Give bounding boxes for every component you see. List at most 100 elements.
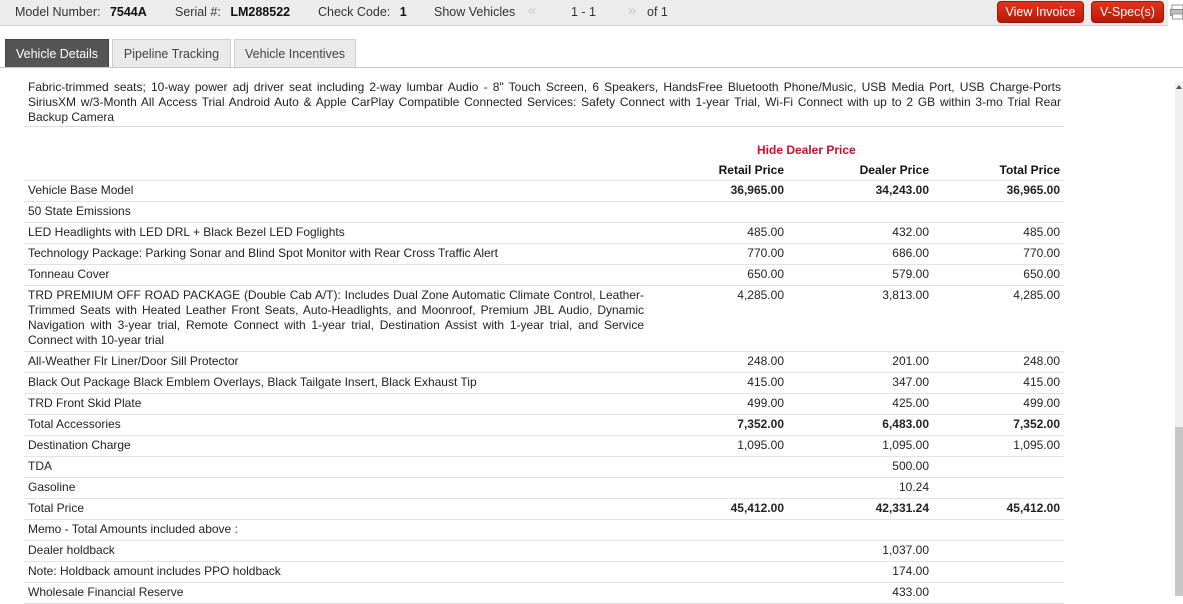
scrollbar-thumb[interactable]: [1175, 427, 1183, 596]
price-row: LED Headlights with LED DRL + Black Beze…: [24, 223, 1064, 244]
price-row-dealer: [788, 202, 933, 223]
price-row-total: [933, 520, 1064, 541]
dealer-price-header: Dealer Price: [784, 163, 929, 177]
price-row-dealer: 686.00: [788, 244, 933, 265]
view-invoice-button[interactable]: View Invoice: [997, 1, 1084, 23]
total-price-header: Total Price: [929, 163, 1060, 177]
price-row-dealer: 42,331.24: [788, 499, 933, 520]
vertical-scrollbar[interactable]: [1175, 82, 1183, 596]
price-row-total: 36,965.00: [933, 181, 1064, 202]
price-row-dealer: 174.00: [788, 562, 933, 583]
price-row-retail: [648, 562, 788, 583]
price-row-total: 45,412.00: [933, 499, 1064, 520]
price-row-dealer: 10.24: [788, 478, 933, 499]
price-row-retail: [648, 520, 788, 541]
price-row: TRD Front Skid Plate499.00425.00499.00: [24, 394, 1064, 415]
price-row-description: Total Accessories: [24, 415, 648, 436]
price-row-dealer: 500.00: [788, 457, 933, 478]
price-row-description: Destination Charge: [24, 436, 648, 457]
price-row-description: Gasoline: [24, 478, 648, 499]
price-row-total: [933, 562, 1064, 583]
price-table: Vehicle Base Model36,965.0034,243.0036,9…: [24, 180, 1064, 604]
price-row-dealer: 3,813.00: [788, 286, 933, 352]
tab-divider: [0, 67, 1183, 68]
check-code-value: 1: [400, 5, 407, 19]
vehicle-description: Fabric-trimmed seats; 10-way power adj d…: [28, 80, 1061, 125]
price-row-total: 248.00: [933, 352, 1064, 373]
price-row-retail: [648, 541, 788, 562]
price-row-dealer: 6,483.00: [788, 415, 933, 436]
serial-number: Serial #: LM288522: [175, 5, 290, 19]
price-row-total: 650.00: [933, 265, 1064, 286]
price-row-retail: 415.00: [648, 373, 788, 394]
price-row-total: [933, 457, 1064, 478]
price-row-description: Technology Package: Parking Sonar and Bl…: [24, 244, 648, 265]
scroll-up-icon[interactable]: [1175, 82, 1183, 92]
price-row-description: Note: Holdback amount includes PPO holdb…: [24, 562, 648, 583]
price-row: Note: Holdback amount includes PPO holdb…: [24, 562, 1064, 583]
price-row-dealer: 347.00: [788, 373, 933, 394]
price-row: Vehicle Base Model36,965.0034,243.0036,9…: [24, 181, 1064, 202]
price-row-dealer: 1,095.00: [788, 436, 933, 457]
price-row-retail: 499.00: [648, 394, 788, 415]
description-divider: [24, 126, 1064, 127]
price-row-total: 1,095.00: [933, 436, 1064, 457]
price-row-total: 485.00: [933, 223, 1064, 244]
retail-price-header: Retail Price: [640, 163, 784, 177]
serial-number-value: LM288522: [230, 5, 290, 19]
price-row-description: Black Out Package Black Emblem Overlays,…: [24, 373, 648, 394]
price-row: Technology Package: Parking Sonar and Bl…: [24, 244, 1064, 265]
price-row-total: 499.00: [933, 394, 1064, 415]
price-row-total: 770.00: [933, 244, 1064, 265]
pager-total: of 1: [647, 5, 668, 19]
price-row-retail: [648, 202, 788, 223]
serial-number-label: Serial #:: [175, 5, 221, 19]
price-row-description: 50 State Emissions: [24, 202, 648, 223]
model-number-label: Model Number:: [15, 5, 100, 19]
price-row-dealer: [788, 520, 933, 541]
check-code-label: Check Code:: [318, 5, 390, 19]
hide-dealer-price-link[interactable]: Hide Dealer Price: [757, 143, 856, 157]
price-row-retail: 45,412.00: [648, 499, 788, 520]
tab-pipeline-tracking[interactable]: Pipeline Tracking: [112, 39, 231, 68]
price-row-retail: 248.00: [648, 352, 788, 373]
price-row-dealer: 1,037.00: [788, 541, 933, 562]
price-row-retail: 1,095.00: [648, 436, 788, 457]
price-row: Total Accessories7,352.006,483.007,352.0…: [24, 415, 1064, 436]
price-row: Memo - Total Amounts included above :: [24, 520, 1064, 541]
next-page-icon[interactable]: »: [628, 2, 636, 19]
price-row: Wholesale Financial Reserve433.00: [24, 583, 1064, 604]
price-row-retail: 36,965.00: [648, 181, 788, 202]
price-row-description: Wholesale Financial Reserve: [24, 583, 648, 604]
price-row-description: All-Weather Flr Liner/Door Sill Protecto…: [24, 352, 648, 373]
price-row-retail: 770.00: [648, 244, 788, 265]
price-row-retail: [648, 457, 788, 478]
price-row-total: [933, 583, 1064, 604]
show-vehicles-label: Show Vehicles: [434, 5, 515, 19]
price-row-dealer: 579.00: [788, 265, 933, 286]
price-row-total: 7,352.00: [933, 415, 1064, 436]
price-row-description: Total Price: [24, 499, 648, 520]
price-row: Destination Charge1,095.001,095.001,095.…: [24, 436, 1064, 457]
price-row: Total Price45,412.0042,331.2445,412.00: [24, 499, 1064, 520]
price-row-retail: [648, 583, 788, 604]
previous-page-icon[interactable]: «: [528, 2, 536, 19]
price-row: All-Weather Flr Liner/Door Sill Protecto…: [24, 352, 1064, 373]
price-row-description: Vehicle Base Model: [24, 181, 648, 202]
tab-vehicle-details[interactable]: Vehicle Details: [5, 39, 109, 68]
price-row-total: [933, 478, 1064, 499]
price-row-description: LED Headlights with LED DRL + Black Beze…: [24, 223, 648, 244]
price-row: Tonneau Cover650.00579.00650.00: [24, 265, 1064, 286]
price-row-total: [933, 541, 1064, 562]
price-row-description: TRD PREMIUM OFF ROAD PACKAGE (Double Cab…: [24, 286, 648, 352]
price-row-description: Dealer holdback: [24, 541, 648, 562]
model-number: Model Number: 7544A: [15, 5, 147, 19]
print-icon[interactable]: [1170, 3, 1183, 21]
vspec-button[interactable]: V-Spec(s): [1091, 1, 1164, 23]
price-row: Gasoline 10.24: [24, 478, 1064, 499]
vehicle-info-bar: Model Number: 7544A Serial #: LM288522 C…: [0, 0, 1168, 26]
tab-vehicle-incentives[interactable]: Vehicle Incentives: [234, 39, 356, 68]
price-row-retail: 4,285.00: [648, 286, 788, 352]
price-row: TDA500.00: [24, 457, 1064, 478]
price-row-description: Memo - Total Amounts included above :: [24, 520, 648, 541]
